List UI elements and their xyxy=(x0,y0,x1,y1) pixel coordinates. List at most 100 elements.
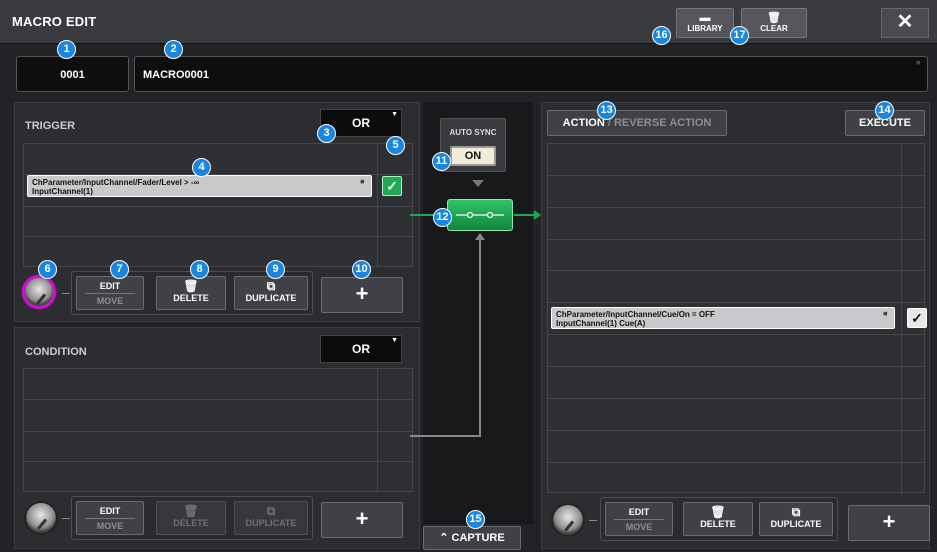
clear-button[interactable]: 🗑 CLEAR xyxy=(741,8,807,38)
callout-badge: 9 xyxy=(266,260,285,279)
library-label: LIBRARY xyxy=(687,24,723,33)
add-condition-button[interactable]: + xyxy=(321,502,403,538)
callout-badge: 8 xyxy=(190,260,209,279)
callout-badge: 2 xyxy=(164,40,183,59)
macro-name-field[interactable]: MACRO0001 ◾ xyxy=(134,56,928,92)
action-knob[interactable] xyxy=(551,503,585,537)
callout-badge: 4 xyxy=(192,158,211,177)
window-title: MACRO EDIT xyxy=(12,14,97,29)
add-action-button[interactable]: + xyxy=(848,505,930,541)
callout-badge: 13 xyxy=(597,101,616,120)
condition-mode-value: OR xyxy=(352,342,370,356)
callout-badge: 12 xyxy=(433,208,452,227)
move-label: MOVE xyxy=(96,521,124,531)
reverse-action-label: / REVERSE ACTION xyxy=(607,117,712,129)
callout-badge: 16 xyxy=(652,26,671,45)
condition-flow-line xyxy=(479,238,481,436)
capture-label: CAPTURE xyxy=(451,532,505,544)
callout-badge: 14 xyxy=(875,101,894,120)
macro-number-field[interactable]: 0001 xyxy=(16,56,129,92)
callout-badge: 17 xyxy=(730,26,749,45)
library-button[interactable]: ▬ LIBRARY xyxy=(676,8,734,38)
action-button-bar: EDIT MOVE 🗑 DELETE ⧉ DUPLICATE xyxy=(600,497,838,541)
dropdown-arrow-icon: ▼ xyxy=(391,337,398,344)
macro-name: MACRO0001 xyxy=(143,69,210,81)
callout-badge: 1 xyxy=(57,40,76,59)
duplicate-icon: ⧉ xyxy=(266,279,276,293)
trigger-panel: TRIGGER OR ▼ ChParameter/InputChannel/Fad… xyxy=(14,102,420,322)
trash-icon: 🗑 xyxy=(183,504,199,518)
condition-flow-line-h xyxy=(410,435,481,437)
trash-icon: 🗑 xyxy=(183,279,199,293)
close-button[interactable]: ✕ xyxy=(881,8,929,38)
trigger-slot-line2: InputChannel(1) xyxy=(32,187,93,196)
action-list: ChParameter/InputChannel/Cue/On = OFF In… xyxy=(547,143,927,494)
chevron-up-icon: ⌃ xyxy=(439,532,449,544)
duplicate-label: DUPLICATE xyxy=(245,293,297,303)
delete-button[interactable]: 🗑 DELETE xyxy=(156,501,226,535)
action-panel: ACTION / REVERSE ACTION EXECUTE ChParame… xyxy=(541,102,930,549)
delete-button[interactable]: 🗑 DELETE xyxy=(156,276,226,310)
trash-icon: 🗑 xyxy=(767,12,781,24)
edit-move-button[interactable]: EDIT MOVE xyxy=(76,276,144,310)
edit-label: EDIT xyxy=(99,281,121,291)
action-slot-line2: InputChannel(1) Cue(A) xyxy=(556,319,646,328)
folder-icon: ▬ xyxy=(699,12,711,24)
dropdown-arrow-icon: ▼ xyxy=(391,111,398,118)
duplicate-icon: ⧉ xyxy=(266,504,276,518)
action-check-icon[interactable]: ✓ xyxy=(907,308,927,328)
edit-label: EDIT xyxy=(628,507,650,517)
macro-switch-block[interactable] xyxy=(447,199,513,231)
trigger-slot[interactable]: ChParameter/InputChannel/Fader/Level > -… xyxy=(27,175,372,197)
switch-icon xyxy=(456,211,504,219)
trigger-slot-line1: ChParameter/InputChannel/Fader/Level > -… xyxy=(32,178,200,187)
clear-label: CLEAR xyxy=(760,24,788,33)
trigger-title: TRIGGER xyxy=(25,120,76,132)
action-slot-line1: ChParameter/InputChannel/Cue/On = OFF xyxy=(556,310,715,319)
down-arrow-icon xyxy=(472,180,484,187)
edit-move-button[interactable]: EDIT MOVE xyxy=(605,502,673,536)
delete-button[interactable]: 🗑 DELETE xyxy=(683,502,753,536)
condition-list xyxy=(23,368,414,493)
trigger-knob[interactable] xyxy=(22,275,56,309)
duplicate-button[interactable]: ⧉ DUPLICATE xyxy=(234,501,308,535)
auto-sync-toggle[interactable]: ON xyxy=(450,146,496,166)
trigger-check-icon[interactable]: ✓ xyxy=(382,176,402,196)
auto-sync-label: AUTO SYNC xyxy=(449,128,497,137)
close-icon: ✕ xyxy=(896,11,914,33)
condition-button-bar: EDIT MOVE 🗑 DELETE ⧉ DUPLICATE xyxy=(71,496,313,540)
delete-label: DELETE xyxy=(700,519,736,529)
trigger-mode-value: OR xyxy=(352,116,370,130)
edit-move-button[interactable]: EDIT MOVE xyxy=(76,501,144,535)
callout-badge: 15 xyxy=(466,510,485,529)
callout-badge: 11 xyxy=(432,152,451,171)
macro-edit-window: MACRO EDIT ▬ LIBRARY 🗑 CLEAR ✕ 0001 MACR… xyxy=(0,0,937,552)
duplicate-button[interactable]: ⧉ DUPLICATE xyxy=(234,276,308,310)
trigger-list: ChParameter/InputChannel/Fader/Level > -… xyxy=(23,143,414,268)
add-trigger-button[interactable]: + xyxy=(321,277,403,313)
duplicate-label: DUPLICATE xyxy=(770,519,822,529)
callout-badge: 6 xyxy=(38,260,57,279)
duplicate-icon: ⧉ xyxy=(791,505,801,519)
callout-badge: 5 xyxy=(386,136,405,155)
move-label: MOVE xyxy=(625,522,653,532)
edit-label: EDIT xyxy=(99,506,121,516)
move-label: MOVE xyxy=(96,296,124,306)
edit-corner-icon: ◾ xyxy=(914,60,923,67)
delete-label: DELETE xyxy=(173,518,209,528)
trash-icon: 🗑 xyxy=(710,505,726,519)
action-reverse-tab[interactable]: ACTION / REVERSE ACTION xyxy=(547,110,727,136)
callout-badge: 10 xyxy=(352,260,371,279)
capture-button[interactable]: ⌃ CAPTURE xyxy=(423,526,521,550)
title-bar: MACRO EDIT ▬ LIBRARY 🗑 CLEAR ✕ xyxy=(0,0,937,44)
condition-mode-select[interactable]: OR ▼ xyxy=(320,335,402,363)
up-arrow-icon xyxy=(475,233,485,240)
delete-label: DELETE xyxy=(173,293,209,303)
condition-knob[interactable] xyxy=(24,501,58,535)
flow-arrow-icon xyxy=(534,210,541,220)
edit-corner-icon: ◾ xyxy=(358,179,367,186)
flow-line-right xyxy=(514,214,536,216)
duplicate-label: DUPLICATE xyxy=(245,518,297,528)
duplicate-button[interactable]: ⧉ DUPLICATE xyxy=(759,502,833,536)
action-slot[interactable]: ChParameter/InputChannel/Cue/On = OFF In… xyxy=(551,307,895,329)
